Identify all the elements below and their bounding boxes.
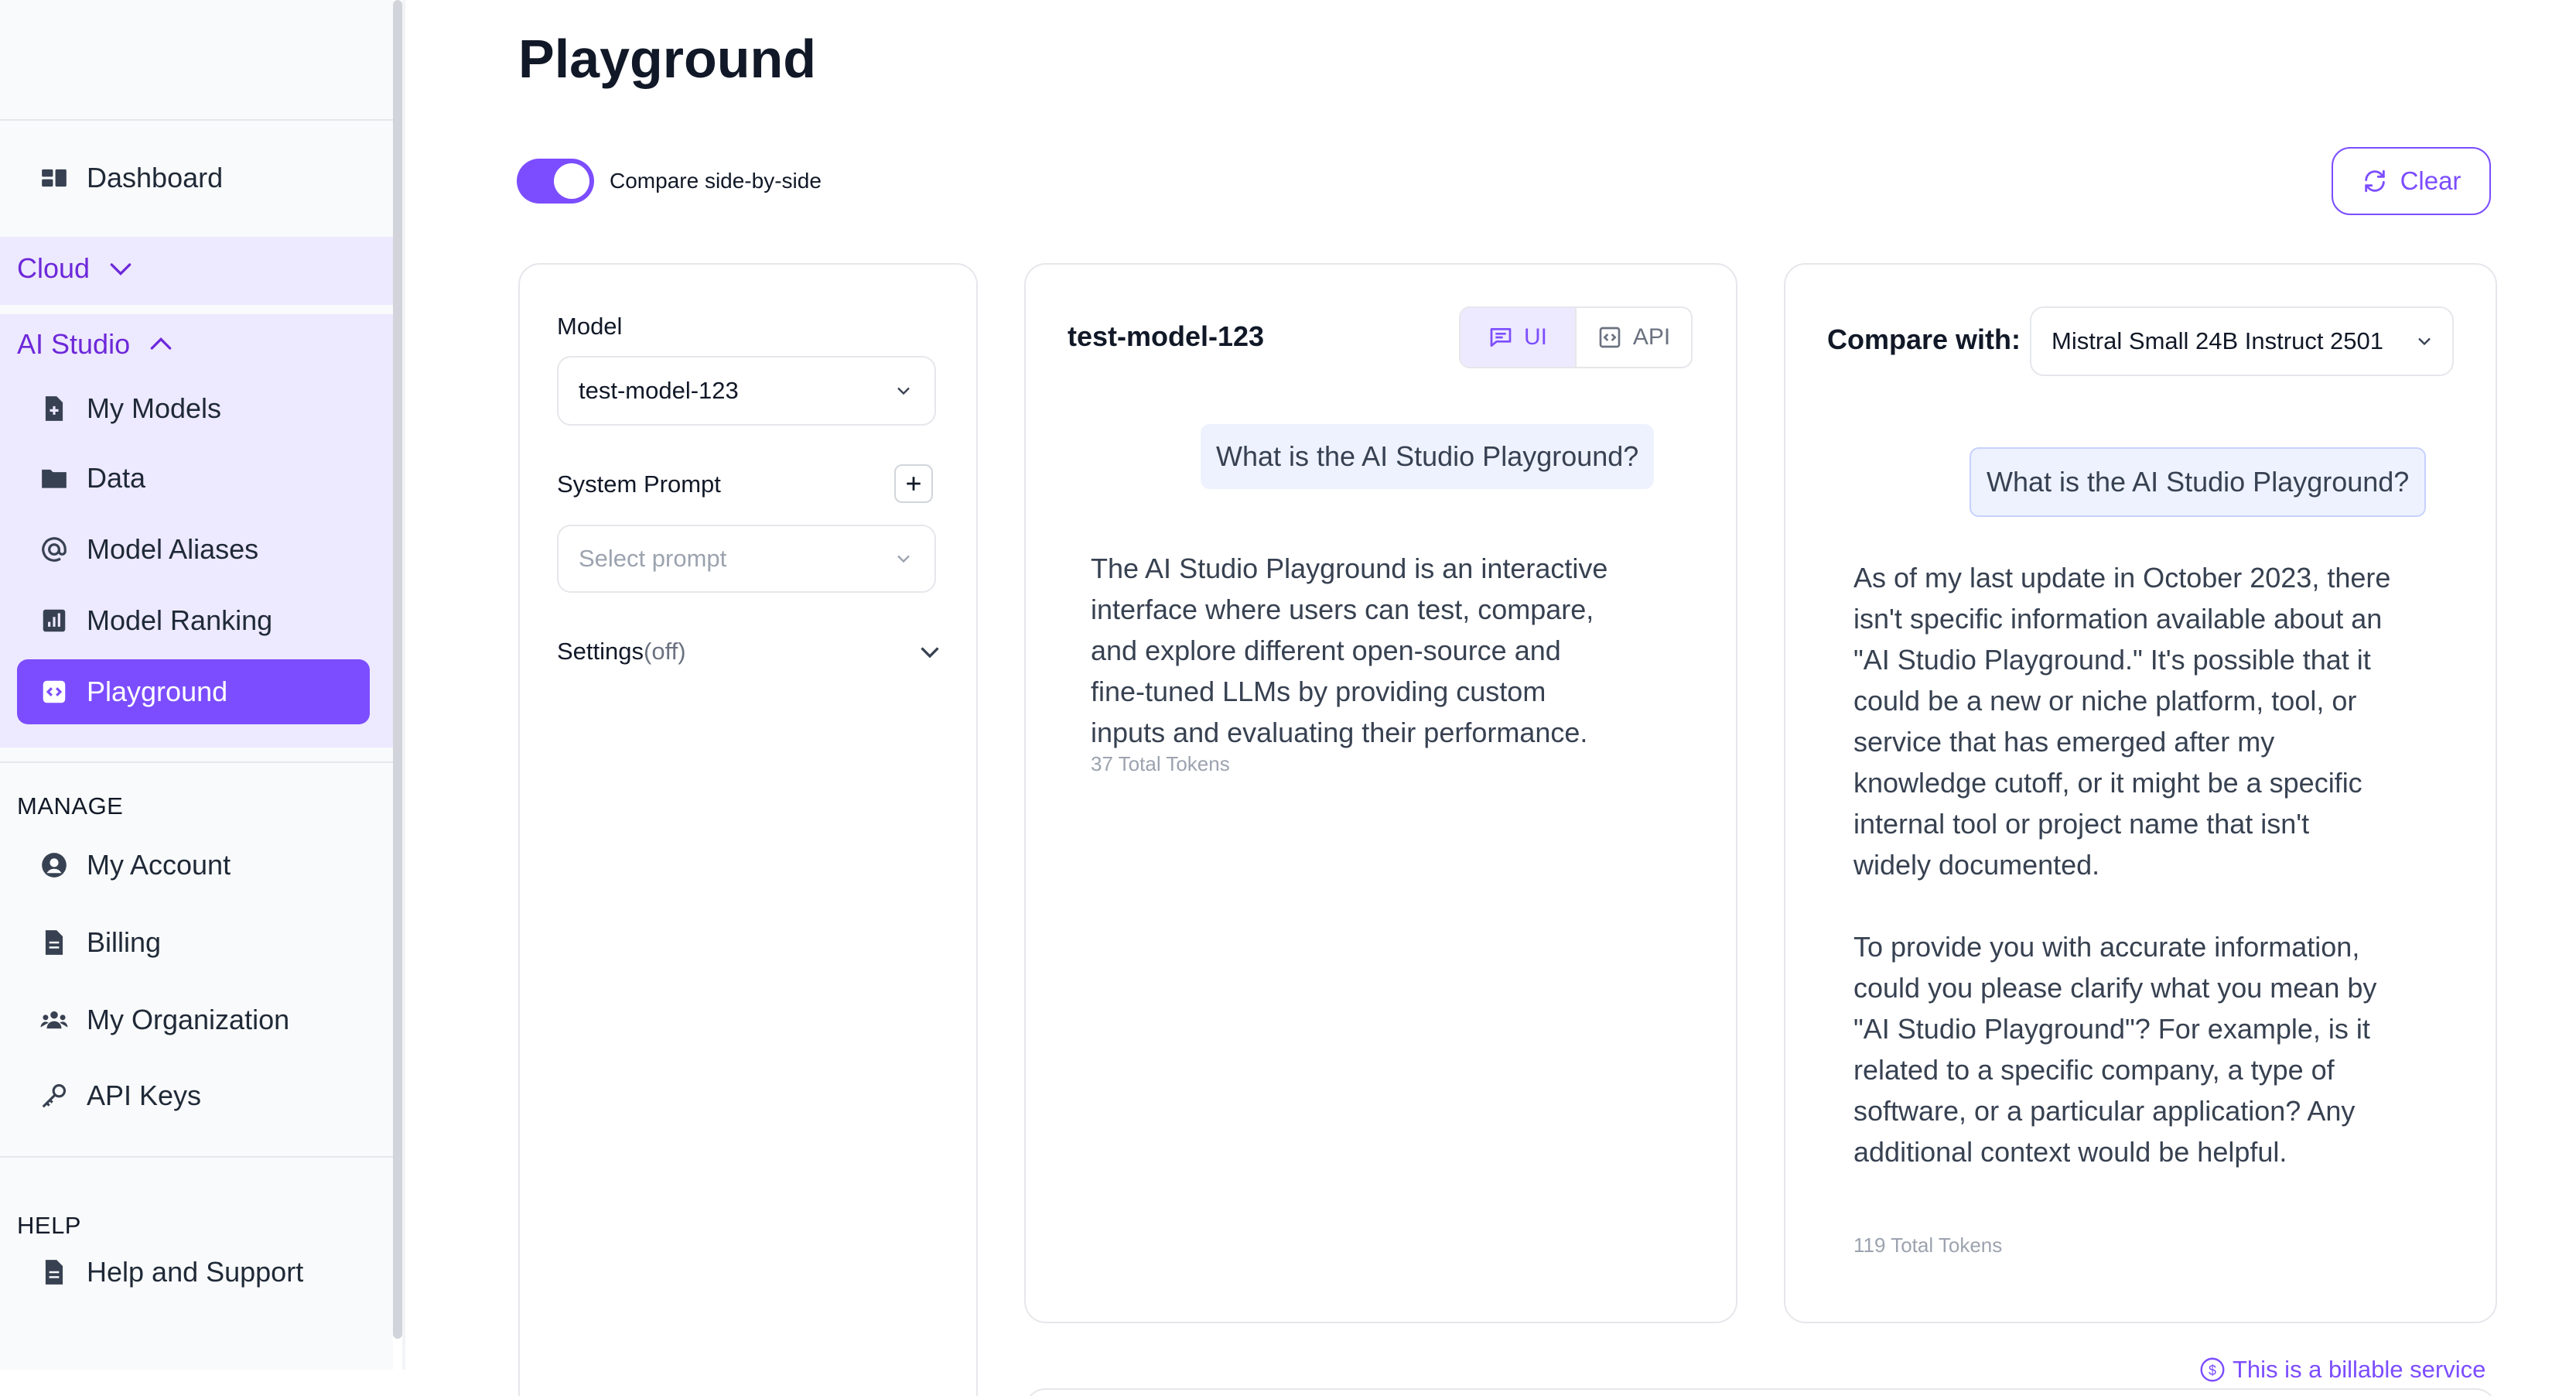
model-select-value: test-model-123 [579, 377, 739, 404]
sidebar-item-label: Model Aliases [87, 533, 259, 565]
settings-accordion[interactable]: Settings (off) [557, 628, 944, 675]
sidebar-section-cloud[interactable]: Cloud [17, 252, 136, 285]
compare-output-panel: Compare with: Mistral Small 24B Instruct… [1784, 263, 2497, 1323]
page-title: Playground [518, 29, 817, 89]
code-square-icon [39, 676, 70, 707]
settings-panel: Model test-model-123 System Prompt Selec… [518, 263, 978, 1396]
sidebar-item-label: Dashboard [87, 162, 224, 193]
sidebar-item-label: My Organization [87, 1004, 290, 1035]
sidebar-item-help-and-support[interactable]: Help and Support [17, 1240, 370, 1305]
prompt-input-panel [1024, 1388, 2497, 1396]
sidebar-item-billing[interactable]: Billing [17, 910, 370, 975]
sidebar-item-label: Data [87, 462, 146, 494]
chevron-down-icon [897, 555, 910, 563]
model-label: Model [557, 313, 623, 340]
sidebar-divider [0, 1156, 393, 1158]
tab-ui-label: UI [1524, 324, 1547, 350]
sidebar-divider [0, 761, 393, 763]
clear-button[interactable]: Clear [2332, 147, 2491, 215]
code-icon [1599, 327, 1621, 348]
user-circle-icon [39, 850, 70, 881]
sidebar-item-api-keys[interactable]: API Keys [17, 1063, 370, 1128]
compare-with-label: Compare with: [1827, 323, 2021, 355]
system-prompt-select[interactable]: Select prompt [557, 525, 936, 593]
chevron-down-icon [897, 387, 910, 395]
model-panel-title: test-model-123 [1068, 320, 1265, 352]
user-message: What is the AI Studio Playground? [1201, 424, 1655, 489]
sidebar-item-label: API Keys [87, 1080, 202, 1111]
settings-label: Settings [557, 638, 644, 665]
key-icon [39, 1080, 70, 1111]
toggle-knob [554, 163, 589, 199]
sidebar-section-ai-studio[interactable]: AI Studio [17, 328, 176, 361]
dashboard-icon [39, 163, 70, 193]
sidebar-scrollbar[interactable] [393, 0, 402, 1339]
system-prompt-label: System Prompt [557, 470, 721, 498]
sidebar-item-model-aliases[interactable]: Model Aliases [17, 517, 370, 582]
sidebar-item-label: My Models [87, 392, 222, 424]
refresh-icon [2364, 169, 2385, 193]
token-count: 119 Total Tokens [1853, 1233, 2003, 1257]
dollar-circle-icon: $ [2200, 1357, 2225, 1382]
at-sign-icon [39, 534, 70, 565]
model-response: The AI Studio Playground is an interacti… [1091, 553, 1608, 748]
section-label: Cloud [17, 252, 91, 284]
section-label: AI Studio [17, 328, 131, 360]
chat-icon [1490, 328, 1512, 347]
folder-icon [39, 463, 70, 494]
compare-response: As of my last update in October 2023, th… [1853, 562, 2391, 1168]
sidebar-item-label: Model Ranking [87, 604, 273, 636]
users-icon [39, 1004, 70, 1035]
document-icon [39, 1257, 70, 1288]
bar-chart-icon [39, 605, 70, 636]
system-prompt-placeholder: Select prompt [579, 545, 727, 572]
compare-toggle[interactable] [517, 159, 594, 204]
user-message: What is the AI Studio Playground? [1970, 447, 2427, 517]
chevron-down-icon [921, 647, 939, 659]
sidebar-scroll-rail [402, 0, 405, 1370]
model-select[interactable]: test-model-123 [557, 356, 936, 426]
plus-icon [907, 477, 921, 491]
chevron-down-icon [2418, 337, 2431, 346]
sidebar: Dashboard Cloud AI Studio My Models Data… [0, 0, 393, 1370]
tab-api-label: API [1632, 324, 1671, 350]
help-heading: HELP [17, 1212, 81, 1239]
sidebar-item-dashboard[interactable]: Dashboard [17, 145, 370, 210]
token-count: 37 Total Tokens [1091, 752, 1230, 775]
sidebar-item-my-organization[interactable]: My Organization [17, 987, 370, 1052]
chevron-up-icon [150, 337, 172, 350]
compare-model-select[interactable]: Mistral Small 24B Instruct 2501 [2030, 306, 2454, 376]
add-system-prompt-button[interactable] [894, 464, 933, 503]
model-output-panel: test-model-123 UI API What is the AI Stu… [1024, 263, 1737, 1323]
sidebar-item-my-account[interactable]: My Account [17, 833, 370, 898]
chevron-down-icon [110, 263, 132, 276]
document-icon [39, 927, 70, 958]
sidebar-item-data[interactable]: Data [17, 446, 370, 511]
sidebar-item-my-models[interactable]: My Models [17, 376, 370, 441]
sidebar-divider [0, 119, 393, 121]
settings-state: (off) [644, 638, 686, 665]
sidebar-item-label: Billing [87, 926, 162, 958]
sidebar-item-label: Help and Support [87, 1256, 304, 1288]
file-plus-icon [39, 393, 70, 424]
sidebar-item-model-ranking[interactable]: Model Ranking [17, 588, 370, 653]
manage-heading: MANAGE [17, 792, 124, 819]
view-toggle: UI API [1459, 306, 1693, 368]
svg-text:$: $ [2209, 1363, 2216, 1378]
compare-toggle-label: Compare side-by-side [610, 169, 822, 193]
compare-model-value: Mistral Small 24B Instruct 2501 [2052, 327, 2384, 354]
sidebar-item-label: My Account [87, 849, 231, 881]
sidebar-item-label: Playground [87, 676, 228, 707]
tab-api[interactable]: API [1577, 308, 1691, 367]
tab-ui[interactable]: UI [1461, 308, 1577, 367]
billable-label: This is a billable service [2233, 1356, 2486, 1383]
billable-notice: $ This is a billable service [2198, 1356, 2485, 1384]
sidebar-item-playground[interactable]: Playground [17, 659, 370, 724]
clear-label: Clear [2400, 166, 2462, 195]
